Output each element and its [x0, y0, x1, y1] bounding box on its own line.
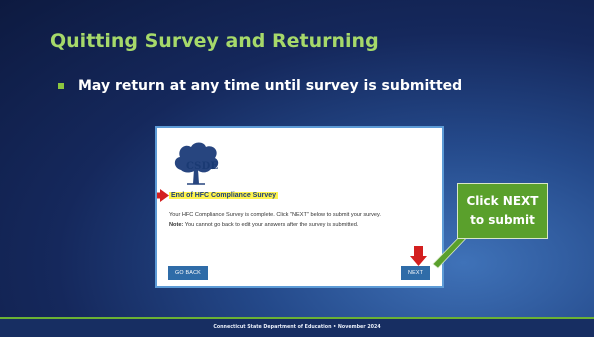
slide-title: Quitting Survey and Returning — [50, 30, 379, 52]
red-arrow-down-icon — [410, 246, 427, 266]
callout-line-2: to submit — [470, 213, 535, 227]
note-label: Note: — [169, 222, 184, 228]
bullet-text: May return at any time until survey is s… — [78, 78, 463, 94]
next-button[interactable]: NEXT — [401, 266, 431, 280]
survey-message: Your HFC Compliance Survey is complete. … — [169, 210, 381, 230]
red-arrow-right-icon — [157, 189, 169, 202]
click-next-callout: Click NEXT to submit — [457, 183, 548, 239]
survey-end-heading: End of HFC Compliance Survey — [169, 192, 279, 199]
note-text: You cannot go back to edit your answers … — [183, 222, 359, 228]
slide-footer: Connecticut State Department of Educatio… — [0, 319, 594, 337]
bullet-point: May return at any time until survey is s… — [58, 78, 462, 94]
note-line: Note: You cannot go back to edit your an… — [169, 220, 381, 230]
callout-line-1: Click NEXT — [466, 194, 539, 208]
message-line: Your HFC Compliance Survey is complete. … — [169, 212, 381, 218]
logo-text: CSDE — [186, 161, 219, 172]
square-bullet-icon — [58, 83, 64, 89]
go-back-button[interactable]: GO BACK — [168, 266, 208, 280]
survey-screenshot: CSDE End of HFC Compliance Survey Your H… — [155, 126, 444, 288]
slide: Quitting Survey and Returning May return… — [0, 0, 594, 337]
